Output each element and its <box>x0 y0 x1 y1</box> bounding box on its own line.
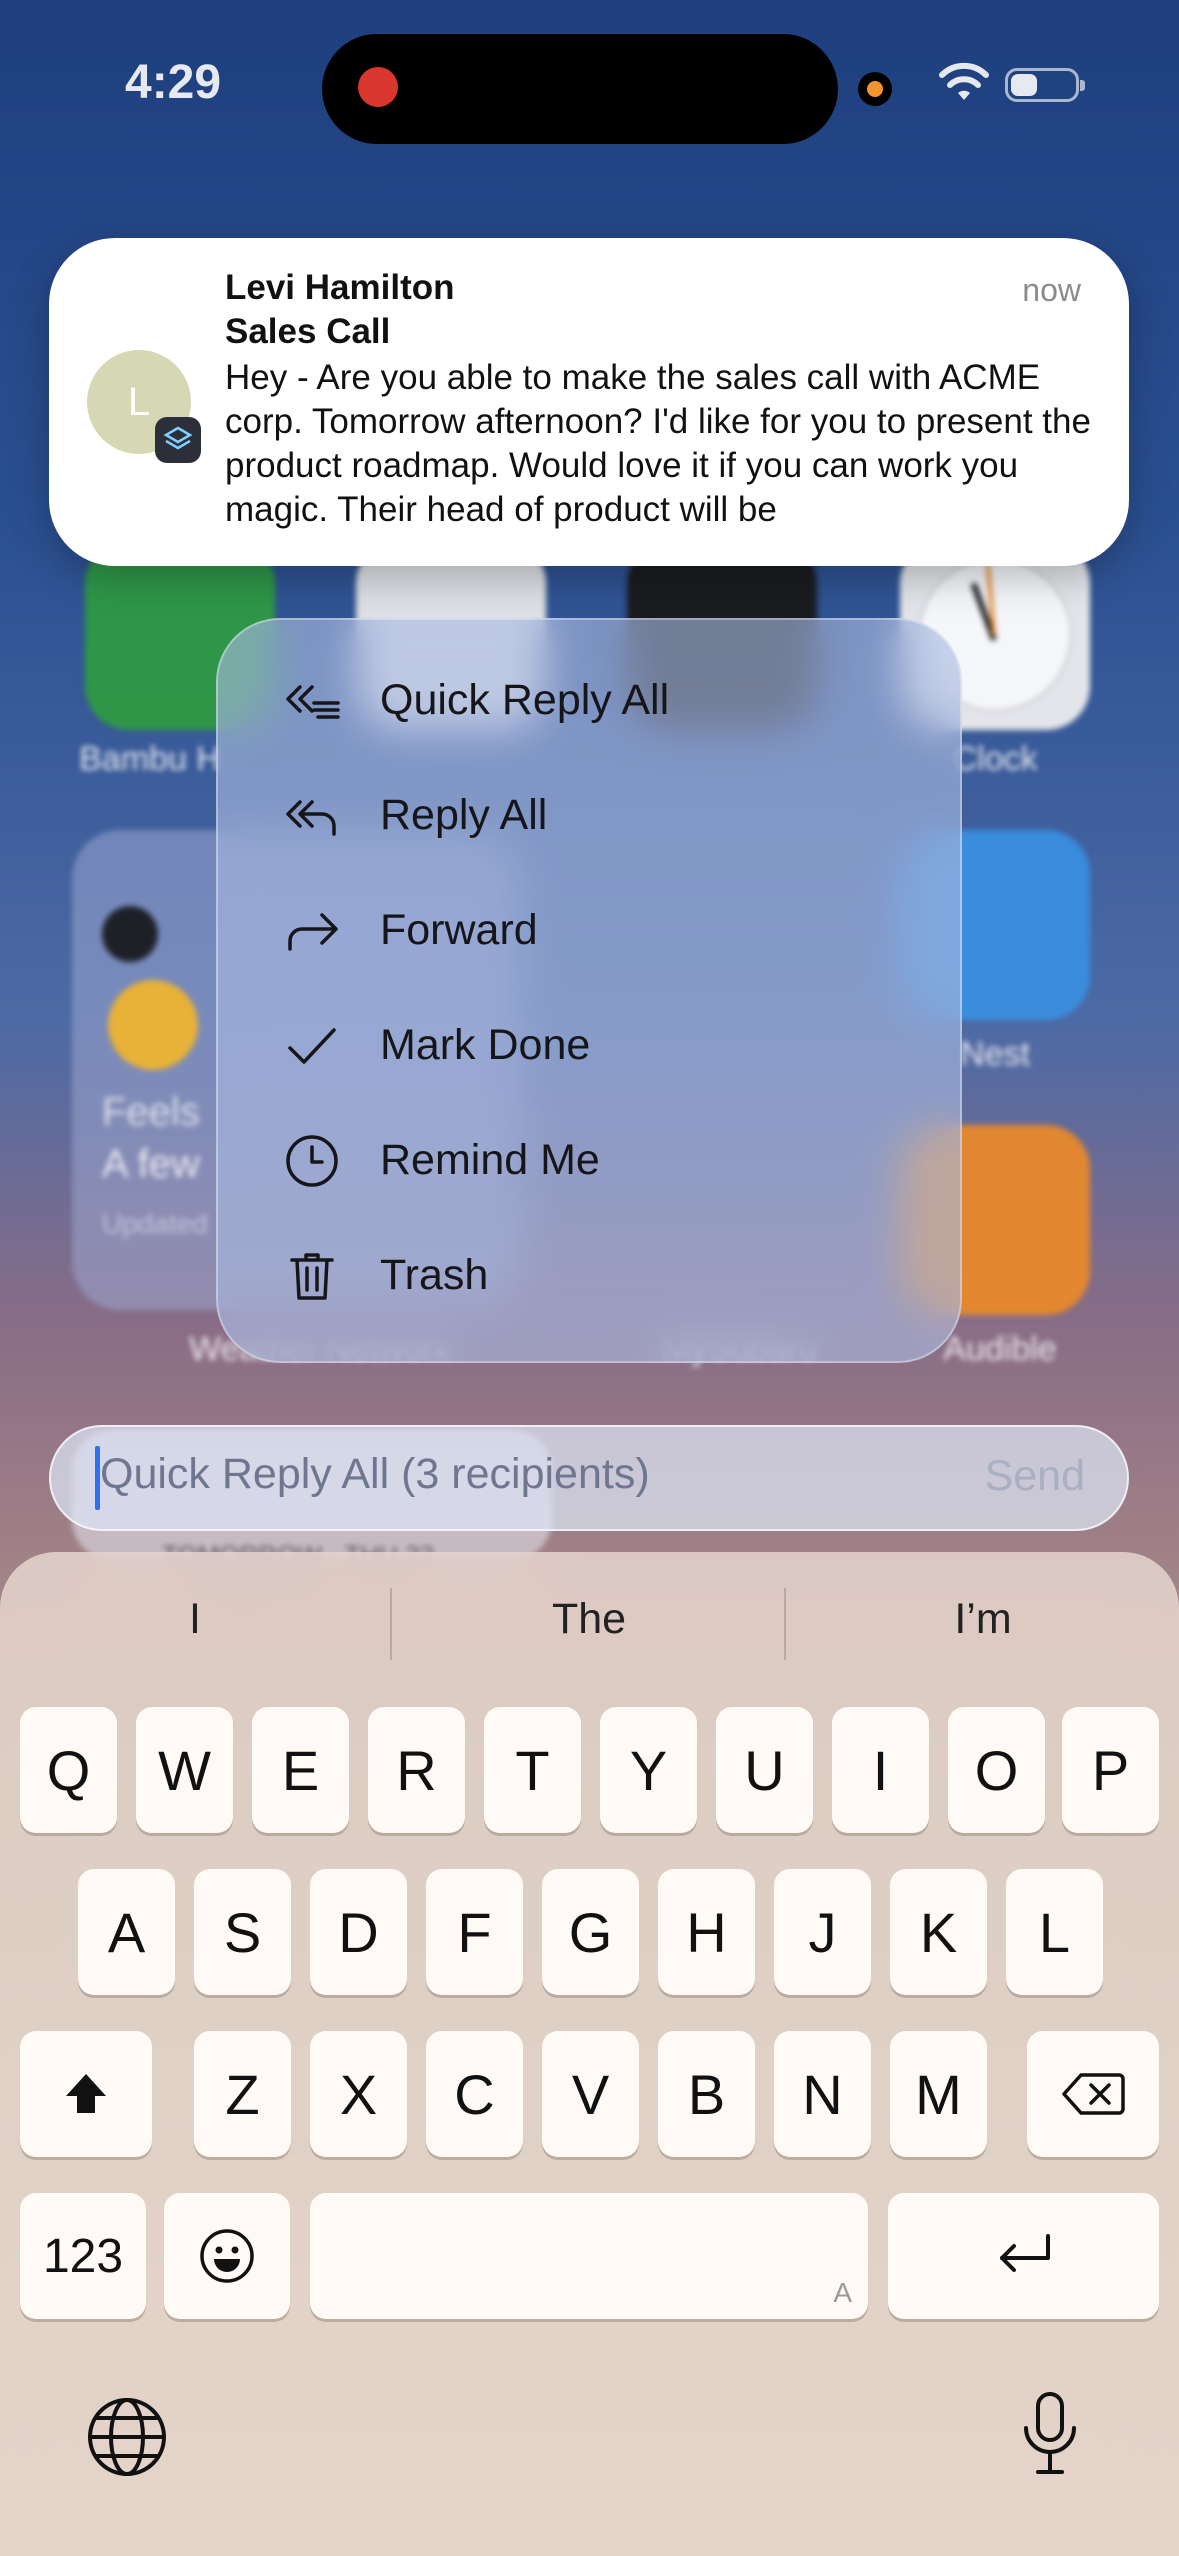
mail-app-badge-icon <box>155 417 201 463</box>
key-i[interactable]: I <box>832 1707 929 1833</box>
key-w[interactable]: W <box>136 1707 233 1833</box>
menu-item-label: Forward <box>380 906 538 954</box>
notification-action-menu: Quick Reply All Reply All Forward Mark D… <box>216 618 962 1363</box>
menu-item-mark-done[interactable]: Mark Done <box>218 988 964 1103</box>
suggestion-divider <box>390 1588 392 1660</box>
menu-item-remind-me[interactable]: Remind Me <box>218 1103 964 1218</box>
key-p[interactable]: P <box>1062 1707 1159 1833</box>
key-r[interactable]: R <box>368 1707 465 1833</box>
key-m[interactable]: M <box>890 2031 987 2157</box>
shift-key[interactable] <box>20 2031 152 2157</box>
key-h[interactable]: H <box>658 1869 755 1995</box>
suggestion-2[interactable]: The <box>394 1595 784 1644</box>
key-d[interactable]: D <box>310 1869 407 1995</box>
notification-time: now <box>1022 272 1081 308</box>
checkmark-icon <box>284 1016 374 1076</box>
weather-updated: Updated <box>102 1208 208 1239</box>
key-q[interactable]: Q <box>20 1707 117 1833</box>
sun-icon <box>108 980 198 1070</box>
suggestion-3[interactable]: I’m <box>788 1595 1178 1644</box>
globe-icon[interactable] <box>86 2396 168 2478</box>
menu-item-forward[interactable]: Forward <box>218 873 964 988</box>
key-u[interactable]: U <box>716 1707 813 1833</box>
key-f[interactable]: F <box>426 1869 523 1995</box>
quick-reply-placeholder: Quick Reply All (3 recipients) <box>100 1450 650 1498</box>
battery-icon <box>1005 68 1085 102</box>
key-l[interactable]: L <box>1006 1869 1103 1995</box>
return-icon <box>999 2234 1050 2272</box>
return-key[interactable] <box>888 2193 1159 2319</box>
emoji-key[interactable] <box>164 2193 290 2319</box>
key-x[interactable]: X <box>310 2031 407 2157</box>
key-e[interactable]: E <box>252 1707 349 1833</box>
key-s[interactable]: S <box>194 1869 291 1995</box>
forward-icon <box>284 901 374 961</box>
menu-item-label: Trash <box>380 1251 489 1299</box>
quick-reply-all-icon <box>284 671 374 731</box>
key-o[interactable]: O <box>948 1707 1045 1833</box>
numbers-key[interactable]: 123 <box>20 2193 146 2319</box>
key-t[interactable]: T <box>484 1707 581 1833</box>
reply-all-icon <box>284 786 374 846</box>
suggestion-divider <box>784 1588 786 1660</box>
backspace-key[interactable] <box>1027 2031 1159 2157</box>
notification-subject: Sales Call <box>225 312 391 351</box>
suggestion-1[interactable]: I <box>0 1595 390 1644</box>
status-time: 4:29 <box>125 56 222 109</box>
key-a[interactable]: A <box>78 1869 175 1995</box>
notification-preview: Hey - Are you able to make the sales cal… <box>225 358 1091 529</box>
key-c[interactable]: C <box>426 2031 523 2157</box>
key-j[interactable]: J <box>774 1869 871 1995</box>
key-y[interactable]: Y <box>600 1707 697 1833</box>
key-v[interactable]: V <box>542 2031 639 2157</box>
menu-item-quick-reply-all[interactable]: Quick Reply All <box>218 643 964 758</box>
weather-feels: Feels <box>102 1090 200 1134</box>
key-k[interactable]: K <box>890 1869 987 1995</box>
menu-item-label: Quick Reply All <box>380 676 670 724</box>
trash-icon <box>284 1246 374 1306</box>
send-button[interactable]: Send <box>985 1452 1085 1501</box>
recording-indicator-icon <box>358 67 398 107</box>
microphone-icon[interactable] <box>1018 2390 1082 2480</box>
key-n[interactable]: N <box>774 2031 871 2157</box>
notification-sender: Levi Hamilton <box>225 268 455 307</box>
key-z[interactable]: Z <box>194 2031 291 2157</box>
clock-icon <box>284 1131 374 1191</box>
key-g[interactable]: G <box>542 1869 639 1995</box>
key-b[interactable]: B <box>658 2031 755 2157</box>
menu-item-label: Mark Done <box>380 1021 591 1069</box>
emoji-icon <box>200 2229 254 2283</box>
space-key[interactable]: A <box>310 2193 868 2319</box>
weather-network-logo-icon <box>102 906 158 962</box>
shift-icon <box>66 2074 106 2113</box>
weather-summary: A few <box>102 1142 200 1186</box>
backspace-icon <box>1062 2073 1125 2115</box>
menu-item-trash[interactable]: Trash <box>218 1218 964 1333</box>
space-key-hint: A <box>833 2277 852 2308</box>
dynamic-island <box>322 34 838 144</box>
menu-item-label: Reply All <box>380 791 548 839</box>
camera-indicator-icon <box>858 72 892 106</box>
menu-item-label: Remind Me <box>380 1136 600 1184</box>
wifi-icon <box>939 62 989 100</box>
menu-item-reply-all[interactable]: Reply All <box>218 758 964 873</box>
